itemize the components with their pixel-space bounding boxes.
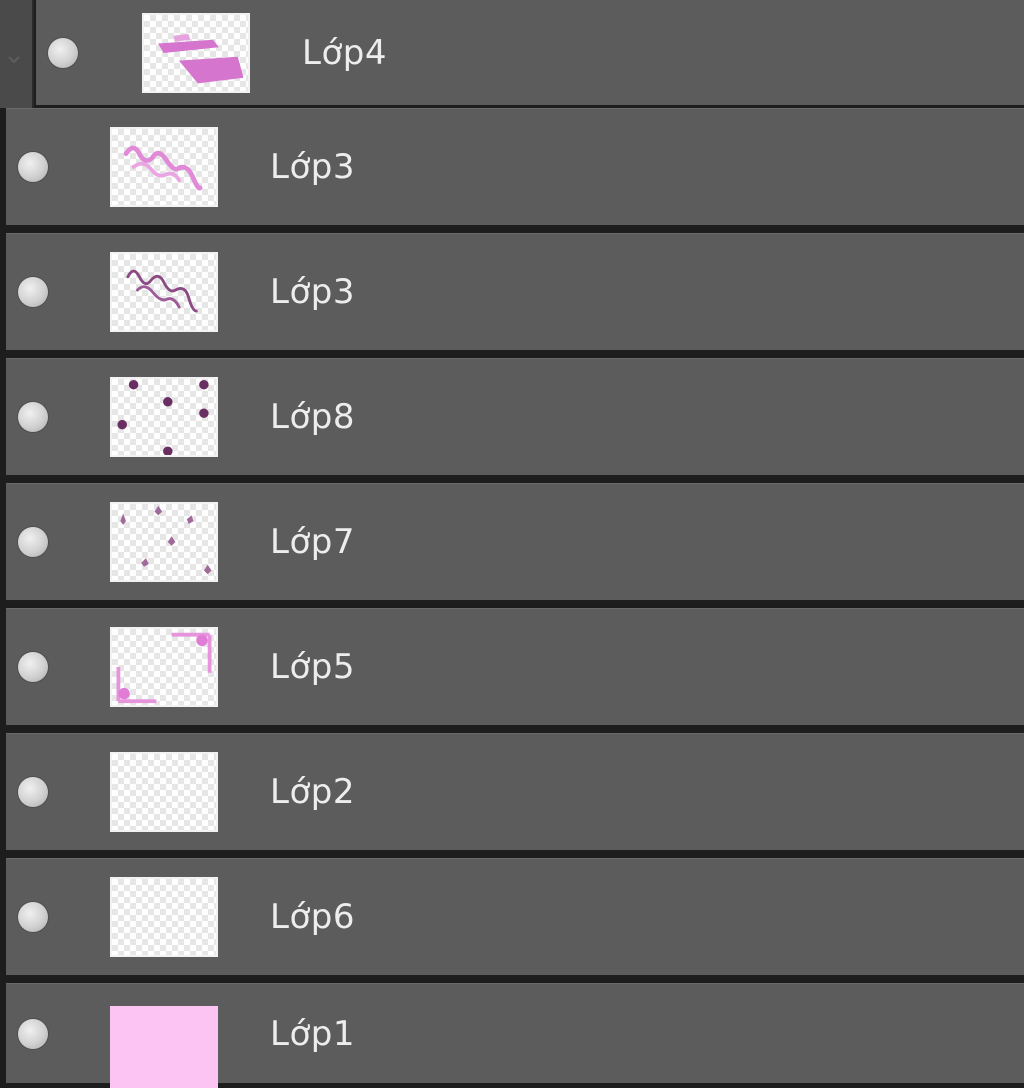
layer-row-lop7[interactable]: Lớp7 [6, 483, 1024, 603]
dark-dots-thumbnail-icon [117, 379, 209, 455]
pink-fill-thumbnail-icon [110, 1006, 218, 1088]
visibility-eye-icon[interactable] [18, 777, 48, 807]
layer-thumbnail [110, 377, 218, 457]
empty-thumbnail-icon [110, 752, 218, 832]
visibility-eye-icon[interactable] [18, 902, 48, 932]
visibility-eye-icon[interactable] [18, 527, 48, 557]
layer-name: Lớp5 [270, 647, 355, 687]
pink-frame-thumbnail-icon [116, 632, 212, 704]
layer-row-lop2[interactable]: Lớp2 [6, 733, 1024, 853]
layer-thumbnail [110, 627, 218, 707]
group-gutter[interactable] [0, 0, 34, 108]
visibility-eye-icon[interactable] [48, 37, 78, 68]
empty-thumbnail-icon [110, 877, 218, 957]
layer-name: Lớp1 [270, 1013, 355, 1054]
layer-row-lop3[interactable]: Lớp3 [6, 108, 1024, 228]
sparkles-thumbnail-icon [120, 505, 212, 575]
visibility-eye-icon[interactable] [18, 152, 48, 182]
visibility-eye-icon[interactable] [18, 1018, 48, 1049]
layer-thumbnail [110, 252, 218, 332]
layer-row-lop6[interactable]: Lớp6 [6, 858, 1024, 978]
layer-row-lop3-copy[interactable]: Lớp3 [6, 233, 1024, 353]
pink-scribble-thumbnail-icon [123, 145, 203, 191]
layer-name: Lớp3 [270, 272, 355, 312]
layer-thumbnail [142, 12, 250, 93]
chevron-down-icon[interactable] [6, 52, 22, 68]
layer-name: Lớp8 [270, 397, 355, 437]
layer-thumbnail [110, 502, 218, 582]
layer-name: Lớp2 [270, 772, 355, 812]
layer-thumbnail [110, 127, 218, 207]
visibility-eye-icon[interactable] [18, 402, 48, 432]
layer-row-lop1[interactable]: Lớp1 [6, 983, 1024, 1088]
layer-name: Lớp6 [270, 897, 355, 937]
layer-row-lop5[interactable]: Lớp5 [6, 608, 1024, 728]
layer-name: Lớp3 [270, 147, 355, 187]
pink-strokes-thumbnail-icon [158, 33, 244, 83]
layer-row-lop4[interactable]: Lớp4 [36, 0, 1024, 108]
layer-name: Lớp7 [270, 522, 355, 562]
layer-row-lop8[interactable]: Lớp8 [6, 358, 1024, 478]
purple-scribble-thumbnail-icon [126, 269, 198, 313]
visibility-eye-icon[interactable] [18, 652, 48, 682]
visibility-eye-icon[interactable] [18, 277, 48, 307]
layer-name: Lớp4 [302, 32, 387, 73]
layers-panel: Lớp4 Lớp3 Lớp3 Lớp8 Lớp7 Lớp5 Lớp2 Lớp6 … [0, 0, 1024, 1088]
